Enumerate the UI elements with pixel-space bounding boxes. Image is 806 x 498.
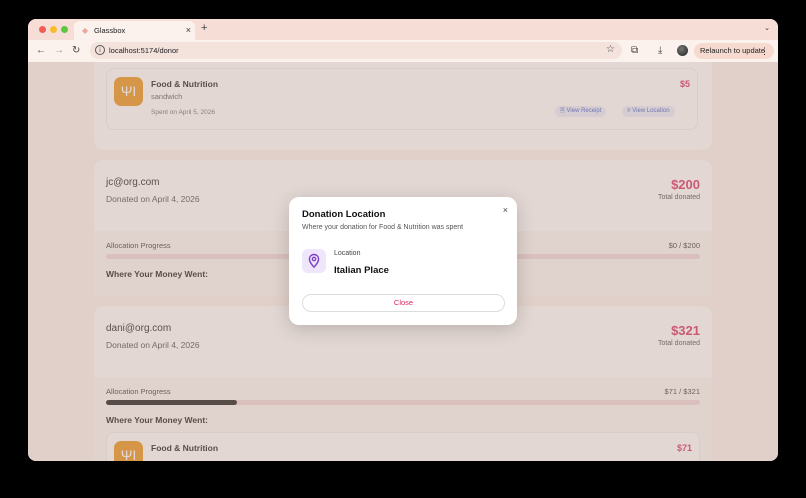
forward-icon[interactable]: → <box>54 44 64 57</box>
relaunch-button[interactable]: Relaunch to update ⋮ <box>694 43 774 59</box>
map-pin-icon <box>308 253 320 269</box>
address-bar[interactable]: i localhost:5174/donor ☆ <box>90 42 622 59</box>
browser-toolbar: ← → ↻ i localhost:5174/donor ☆ ⧉ ⤓ Relau… <box>28 40 778 62</box>
dialog-title: Donation Location <box>302 209 386 220</box>
close-button[interactable]: Close <box>302 294 505 312</box>
tab-close-icon[interactable]: × <box>186 25 191 35</box>
bookmark-star-icon[interactable]: ☆ <box>606 44 615 56</box>
download-icon[interactable]: ⤓ <box>658 44 662 57</box>
favicon-icon: ◆ <box>82 26 89 35</box>
dialog-description: Where your donation for Food & Nutrition… <box>302 224 464 231</box>
url-text[interactable]: localhost:5174/donor <box>109 46 179 55</box>
minimize-window-button[interactable] <box>50 26 57 33</box>
donation-location-dialog: Donation Location Where your donation fo… <box>289 197 517 325</box>
tab-strip: ◆ Glassbox × + ⌄ <box>28 19 778 40</box>
reload-icon[interactable]: ↻ <box>72 44 80 57</box>
tab-title: Glassbox <box>94 26 126 35</box>
close-window-button[interactable] <box>39 26 46 33</box>
location-pin-icon <box>302 249 326 273</box>
more-menu-icon[interactable]: ⋮ <box>760 43 769 59</box>
location-value: Italian Place <box>334 265 389 276</box>
extensions-icon[interactable]: ⧉ <box>631 44 638 57</box>
tab-search-icon[interactable]: ⌄ <box>764 24 770 33</box>
close-icon[interactable]: × <box>503 205 508 215</box>
maximize-window-button[interactable] <box>61 26 68 33</box>
page-content: ΨΙ Food & Nutrition sandwich Spent on Ap… <box>28 62 778 461</box>
back-icon[interactable]: ← <box>36 44 46 57</box>
new-tab-button[interactable]: + <box>201 22 207 35</box>
browser-tab[interactable]: ◆ Glassbox × <box>74 21 195 40</box>
location-label: Location <box>334 250 361 257</box>
site-info-icon[interactable]: i <box>95 45 105 55</box>
profile-avatar[interactable] <box>677 45 688 56</box>
browser-window: ◆ Glassbox × + ⌄ ← → ↻ i localhost:5174/… <box>28 19 778 461</box>
relaunch-label: Relaunch to update <box>700 46 766 55</box>
